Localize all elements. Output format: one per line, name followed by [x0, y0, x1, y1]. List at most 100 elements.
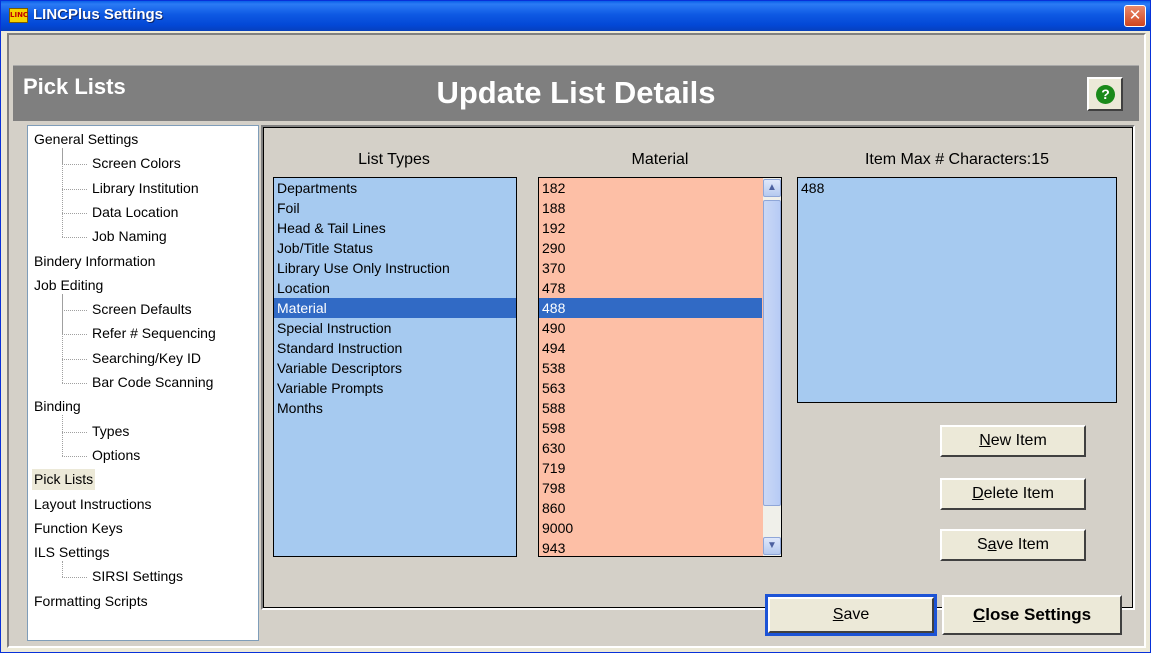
tree-item[interactable]: ILS Settings	[32, 542, 112, 563]
tree-item[interactable]: Data Location	[90, 202, 180, 223]
tree-item[interactable]: Pick Lists	[32, 469, 96, 491]
tree-item[interactable]: Refer # Sequencing	[90, 323, 218, 344]
settings-tree[interactable]: General Settings Screen Colors Library Ins…	[27, 125, 259, 641]
list-item[interactable]: 563	[539, 378, 762, 398]
item-value: 488	[801, 180, 825, 196]
list-item[interactable]: Material	[274, 298, 516, 318]
linc-app-icon: LINC	[9, 8, 28, 23]
delete-item-accelerator: D	[972, 485, 984, 502]
tree-connector	[62, 334, 87, 336]
tree-item[interactable]: Layout Instructions	[32, 494, 154, 515]
tree-item[interactable]: Screen Defaults	[90, 299, 194, 320]
list-item[interactable]: 538	[539, 358, 762, 378]
list-item[interactable]: 182	[539, 178, 762, 198]
list-item[interactable]: 290	[539, 238, 762, 258]
list-item[interactable]: 192	[539, 218, 762, 238]
tree-connector	[62, 431, 87, 433]
list-item[interactable]: 630	[539, 438, 762, 458]
save-item-label: ve Item	[996, 536, 1050, 553]
save-accelerator: S	[832, 606, 844, 623]
save-button[interactable]: Save	[765, 594, 937, 636]
tree-connector	[62, 358, 87, 360]
list-item[interactable]: Variable Prompts	[274, 378, 516, 398]
tree-item[interactable]: Bindery Information	[32, 251, 157, 272]
delete-item-label: elete Item	[983, 485, 1054, 502]
list-item[interactable]: 188	[539, 198, 762, 218]
tree-connector	[62, 577, 87, 579]
close-settings-label: lose Settings	[985, 605, 1092, 624]
tree-item[interactable]: Searching/Key ID	[90, 348, 203, 369]
list-item[interactable]: 370	[539, 258, 762, 278]
tree-item[interactable]: SIRSI Settings	[90, 566, 185, 587]
list-item[interactable]: Location	[274, 278, 516, 298]
tree-item[interactable]: Library Institution	[90, 178, 201, 199]
save-label: ave	[843, 606, 870, 623]
tree-connector	[62, 293, 63, 383]
material-scrollbar[interactable]: ▲ ▼	[763, 178, 781, 556]
scroll-down-icon[interactable]: ▼	[763, 537, 781, 555]
help-icon: ?	[1096, 85, 1115, 104]
new-item-label: ew Item	[990, 432, 1047, 449]
list-item[interactable]: Foil	[274, 198, 516, 218]
tree-connector	[62, 237, 87, 239]
save-item-button[interactable]: Save Item	[940, 529, 1086, 561]
list-item[interactable]: 494	[539, 338, 762, 358]
scroll-thumb[interactable]	[763, 200, 781, 506]
tree-item[interactable]: Function Keys	[32, 518, 125, 539]
tree-item[interactable]: Bar Code Scanning	[90, 372, 215, 393]
list-item[interactable]: Variable Descriptors	[274, 358, 516, 378]
tree-connector	[62, 310, 87, 312]
save-item-label-pre: S	[976, 536, 988, 553]
list-item[interactable]: Special Instruction	[274, 318, 516, 338]
list-types-label: List Types	[358, 151, 430, 168]
tree-connector	[62, 455, 87, 457]
tree-item[interactable]: Types	[90, 421, 131, 442]
tree-connector	[62, 383, 87, 384]
list-item[interactable]: 598	[539, 418, 762, 438]
list-item[interactable]: 488	[539, 298, 762, 318]
close-icon: ✕	[1128, 6, 1142, 24]
close-settings-button[interactable]: Close Settings	[942, 595, 1122, 635]
tree-connector	[62, 164, 87, 166]
list-item[interactable]: 719	[539, 458, 762, 478]
list-item[interactable]: Months	[274, 398, 516, 418]
window-title: LINCPlus Settings	[33, 6, 164, 23]
list-item[interactable]: 860	[539, 498, 762, 518]
list-item[interactable]: Job/Title Status	[274, 238, 516, 258]
help-button[interactable]: ?	[1087, 77, 1123, 111]
save-item-accelerator: a	[987, 536, 997, 553]
tree-item[interactable]: Binding	[32, 396, 83, 417]
item-value-textbox[interactable]: 488	[797, 177, 1117, 403]
tree-item[interactable]: Screen Colors	[90, 153, 183, 174]
tree-item[interactable]: Options	[90, 445, 142, 466]
page-title: Update List Details	[436, 75, 716, 110]
page-header: Pick Lists Update List Details ?	[13, 65, 1139, 121]
list-types-listbox[interactable]: Departments Foil Head & Tail Lines Job/Titl…	[273, 177, 517, 557]
list-item[interactable]: Head & Tail Lines	[274, 218, 516, 238]
list-item[interactable]: 798	[539, 478, 762, 498]
new-item-button[interactable]: New Item	[940, 425, 1086, 457]
tree-item[interactable]: Job Editing	[32, 275, 105, 296]
settings-window: LINC LINCPlus Settings ✕ Pick Lists Upda…	[0, 0, 1151, 653]
list-item[interactable]: Library Use Only Instruction	[274, 258, 516, 278]
tree-connector	[62, 188, 87, 190]
list-item[interactable]: 9000	[539, 518, 762, 538]
close-settings-accelerator: C	[972, 605, 986, 624]
list-item[interactable]: 490	[539, 318, 762, 338]
tree-item[interactable]: General Settings	[32, 129, 140, 150]
tree-item[interactable]: Formatting Scripts	[32, 591, 150, 612]
material-items: 182 188 192 290 370 478 488 490 494 538 563 588 598 6…	[539, 178, 762, 556]
tree-item[interactable]: Job Naming	[90, 226, 169, 247]
close-window-button[interactable]: ✕	[1124, 5, 1146, 27]
material-listbox[interactable]: 182 188 192 290 370 478 488 490 494 538 563 588 598 6…	[538, 177, 782, 557]
list-item[interactable]: 943	[539, 538, 762, 556]
scroll-up-icon[interactable]: ▲	[763, 179, 781, 197]
list-item[interactable]: 478	[539, 278, 762, 298]
tree-connector	[62, 415, 63, 456]
delete-item-button[interactable]: Delete Item	[940, 478, 1086, 510]
tree-connector	[62, 212, 87, 214]
list-item[interactable]: Standard Instruction	[274, 338, 516, 358]
title-bar[interactable]: LINC LINCPlus Settings ✕	[1, 1, 1150, 31]
list-item[interactable]: 588	[539, 398, 762, 418]
list-item[interactable]: Departments	[274, 178, 516, 198]
